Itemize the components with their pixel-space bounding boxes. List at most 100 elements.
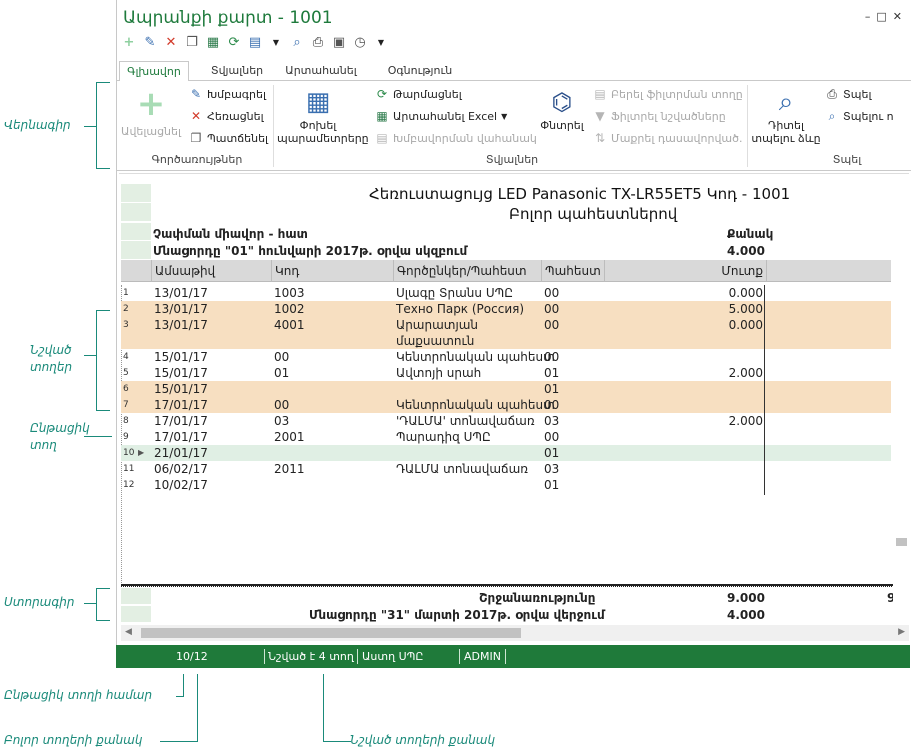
filter-marked-button[interactable]: ▼ Ֆիլտրել նշվածները xyxy=(593,109,725,123)
gutter-cell xyxy=(121,223,151,241)
filter-icon: ▼ xyxy=(595,109,605,123)
annotation-line xyxy=(197,674,198,742)
quick-access-toolbar: + ✎ ✕ ❐ ▦ ⟳ ▤ ▼ ⌕ ⎙ ▣ ◷ ▼ xyxy=(121,35,389,51)
cell-date: 15/01/17 xyxy=(154,350,208,364)
history-icon[interactable]: ◷ xyxy=(352,35,368,51)
table-row[interactable]: 9 17/01/17 2001 Պարադիզ ՍՊԸ 00 xyxy=(121,429,891,445)
tab-main[interactable]: Գլխավոր xyxy=(119,61,189,82)
cell-code xyxy=(271,445,393,461)
table-row-marked[interactable]: 2 13/01/17 1002 Техно Парк (Россия) 00 5.000 xyxy=(121,301,891,317)
col-in[interactable]: Մուտք xyxy=(604,260,766,282)
filter-row-icon: ▤ xyxy=(594,87,606,101)
col-date[interactable]: Ամսաթիվ xyxy=(151,260,271,282)
horizontal-scrollbar[interactable]: ◀ ▶ xyxy=(121,625,909,641)
tab-data[interactable]: Տվյալներ xyxy=(197,61,277,81)
table-row[interactable]: 1 13/01/17 1003 Սլագը Տրանս ՍՊԸ 00 0.000 xyxy=(121,285,891,301)
table-row-marked[interactable]: 7 17/01/17 00 Կենտրոնական պահեստ 00 xyxy=(121,397,891,413)
grid-icon[interactable]: ▤ xyxy=(247,35,263,51)
table-row-marked[interactable]: 3 13/01/17 4001 Արարատյան 00 0.000 մաքսատուն xyxy=(121,317,891,349)
horizontal-scroll-thumb[interactable] xyxy=(141,628,521,638)
tab-export[interactable]: Արտահանել xyxy=(281,61,361,81)
group-label-data: Տվյալներ xyxy=(485,153,539,166)
qty-header: Քանակ xyxy=(727,227,774,241)
cell-warehouse: 00 xyxy=(544,302,560,316)
annotation-line xyxy=(84,126,96,127)
opening-balance-label: Մնացորդը "01" հունվարի 2017թ. օրվա սկզբո… xyxy=(153,244,468,258)
print-button[interactable]: ⎙ Տպել xyxy=(825,87,871,101)
plus-icon: + xyxy=(136,84,166,124)
refresh-icon[interactable]: ⟳ xyxy=(226,35,242,51)
col-warehouse[interactable]: Պահեստ xyxy=(541,260,604,282)
cell-warehouse: 00 xyxy=(544,286,560,300)
annotation-line xyxy=(84,436,112,437)
table-row-current[interactable]: 10 21/01/17 01 ▶ xyxy=(121,445,891,461)
clear-sort-button[interactable]: ⇅ Մաքրել դասավորված. xyxy=(593,131,743,145)
add-button[interactable]: + Ավելացնել xyxy=(119,87,183,138)
row-number: 12 xyxy=(123,480,135,490)
group-label-print: Տպել xyxy=(832,153,862,166)
report-view: Հեռուստացույց LED Panasonic TX-LR55ET5 Կ… xyxy=(119,173,909,643)
edit-icon[interactable]: ✎ xyxy=(142,35,158,51)
cell-code: 00 xyxy=(274,398,290,412)
gutter-cell xyxy=(121,203,151,222)
cell-warehouse: 01 xyxy=(544,382,560,396)
table-row[interactable]: 12 10/02/17 01 xyxy=(121,477,891,493)
refresh-button[interactable]: ⟳ Թարմացնել xyxy=(375,87,462,101)
annotation-line xyxy=(183,674,184,697)
col-code[interactable]: Կոդ xyxy=(271,260,393,282)
cell-in xyxy=(604,381,766,397)
print-icon[interactable]: ⎙ xyxy=(310,35,326,51)
vertical-scrollbar[interactable] xyxy=(893,174,909,625)
table-row[interactable]: 5 15/01/17 01 Ավտոյի սրահ 01 2.000 xyxy=(121,365,891,381)
delete-button[interactable]: ✕ Հեռացնել xyxy=(189,109,264,123)
cell-warehouse: 00 xyxy=(544,430,560,444)
edit-button[interactable]: ✎ Խմբագրել xyxy=(189,87,266,101)
cell-warehouse: 00 xyxy=(544,350,560,364)
table-row-marked[interactable]: 6 15/01/17 01 xyxy=(121,381,891,397)
cell-date: 17/01/17 xyxy=(154,414,208,428)
scroll-left-icon[interactable]: ◀ xyxy=(125,627,132,637)
cell-warehouse: 03 xyxy=(544,414,560,428)
plus-icon[interactable]: + xyxy=(121,35,137,51)
change-params-button[interactable]: ▦ Փոխել պարամետրերը xyxy=(277,87,369,145)
group-panel-button[interactable]: ▤ Խմբավորման վահանակ xyxy=(375,131,537,145)
cell-date: 13/01/17 xyxy=(154,318,208,332)
table-row[interactable]: 4 15/01/17 00 Կենտրոնական պահեստ 00 xyxy=(121,349,891,365)
annotation-footer: Ստորագիր xyxy=(4,595,75,609)
minimize-button[interactable]: – xyxy=(865,10,871,23)
annotation-line xyxy=(323,741,351,742)
find-button[interactable]: ⌬ Փնտրել xyxy=(537,87,587,132)
close-button[interactable]: ✕ xyxy=(893,10,902,23)
scroll-right-icon[interactable]: ▶ xyxy=(898,627,905,637)
annotation-bracket-tick xyxy=(96,168,110,169)
print-cell-button[interactable]: ⌕ Տպելու ո xyxy=(825,109,894,123)
cell-partner: Պարադիզ ՍՊԸ xyxy=(396,430,491,444)
preview-icon[interactable]: ⌕ xyxy=(289,35,305,51)
maximize-button[interactable]: □ xyxy=(876,10,886,23)
table-row[interactable]: 11 06/02/17 2011 ԴԱԼՄԱ տոնավաճառ 03 xyxy=(121,461,891,477)
status-separator xyxy=(357,649,358,664)
table-refresh-icon: ▦ xyxy=(305,87,331,117)
export-icon[interactable]: ▦ xyxy=(205,35,221,51)
cell-code: 03 xyxy=(274,414,290,428)
tab-help[interactable]: Օգնություն xyxy=(375,61,465,81)
delete-icon[interactable]: ✕ xyxy=(163,35,179,51)
annotation-marked-rows: Նշված տողեր xyxy=(30,343,73,374)
report-subtitle: Բոլոր պահեստներով xyxy=(509,205,678,223)
copy-icon[interactable]: ❐ xyxy=(184,35,200,51)
chevron-down-icon[interactable]: ▼ xyxy=(373,35,389,51)
col-partner[interactable]: Գործընկեր/Պահեստ xyxy=(393,260,541,282)
vertical-scroll-thumb[interactable] xyxy=(896,538,907,546)
table-row[interactable]: 8 17/01/17 03 'ԴԱԼՄԱ' տոնավաճառ 03 2.000 xyxy=(121,413,891,429)
show-filter-row-button[interactable]: ▤ Բերել ֆիլտրման տողը xyxy=(593,87,742,101)
print2-icon[interactable]: ▣ xyxy=(331,35,347,51)
cell-in xyxy=(604,477,766,493)
row-number: 11 xyxy=(123,464,135,474)
chevron-down-icon[interactable]: ▼ xyxy=(268,35,284,51)
group-panel-icon: ▤ xyxy=(376,131,388,145)
annotation-bracket xyxy=(96,588,97,620)
copy-button[interactable]: ❐ Պատճենել xyxy=(189,131,268,145)
export-excel-button[interactable]: ▦ Արտահանել Excel ▼ xyxy=(375,109,507,123)
view-print-form-button[interactable]: ⌕ Դիտել տպելու ձևը xyxy=(751,87,821,145)
cell-partner xyxy=(393,445,541,461)
